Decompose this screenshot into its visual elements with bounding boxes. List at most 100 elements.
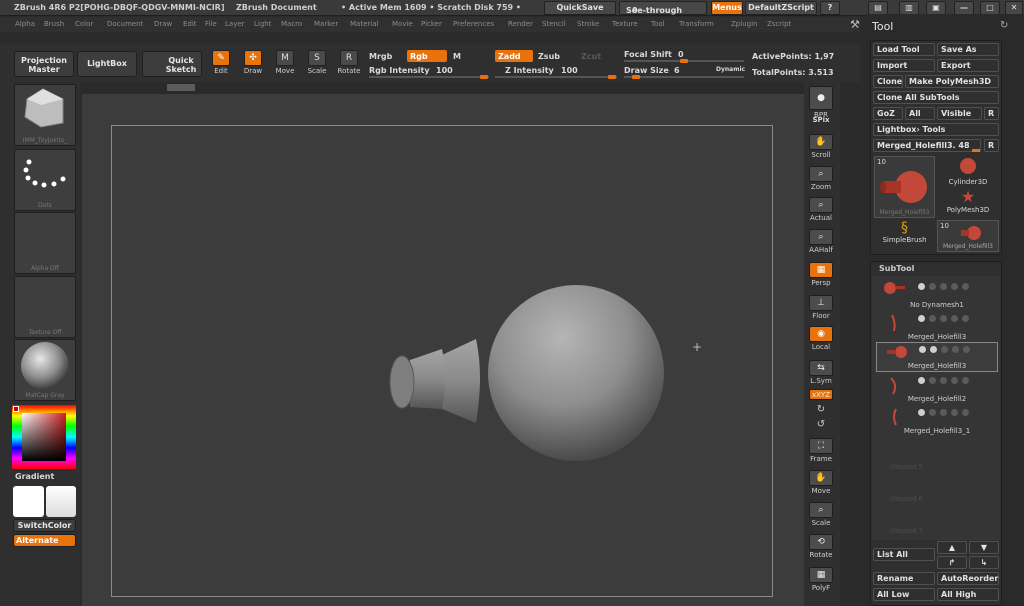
aahalf-button[interactable]: ⌕ AAHalf xyxy=(806,229,836,254)
bpr-button[interactable]: ● BPR xyxy=(806,86,836,119)
move-up-icon[interactable]: ▲ xyxy=(937,541,967,554)
goz-all-button[interactable]: All xyxy=(905,107,935,120)
color-saturation-field[interactable] xyxy=(22,413,66,461)
menus-button[interactable]: Menus xyxy=(711,1,743,15)
lightbox-button[interactable]: LightBox xyxy=(77,51,137,77)
menu-stencil[interactable]: Stencil xyxy=(542,20,566,28)
menu-tool[interactable]: Tool xyxy=(651,20,665,28)
menu-picker[interactable]: Picker xyxy=(421,20,442,28)
scale-view-button[interactable]: ⌕ Scale xyxy=(806,502,836,527)
arrow-down-right-icon[interactable]: ↳ xyxy=(969,556,999,569)
frame-button[interactable]: ⛶ Frame xyxy=(806,438,836,463)
xyz-button[interactable]: xXYZ xyxy=(806,389,836,401)
autoreorder-button[interactable]: AutoReorder xyxy=(937,572,999,585)
menu-brush[interactable]: Brush xyxy=(44,20,64,28)
polyf-button[interactable]: ▦ PolyF xyxy=(806,567,836,592)
m-button[interactable]: M xyxy=(453,52,461,61)
save-as-button[interactable]: Save As xyxy=(937,43,999,56)
move-down-icon[interactable]: ▼ xyxy=(969,541,999,554)
menu-macro[interactable]: Macro xyxy=(281,20,302,28)
texture-selector[interactable]: Texture Off xyxy=(14,276,76,338)
subtool-item[interactable]: Merged_Holefill2 xyxy=(876,374,998,404)
subtool-title[interactable]: SubTool xyxy=(879,264,914,273)
scroll-button[interactable]: ✋ Scroll xyxy=(806,134,836,159)
menu-material[interactable]: Material xyxy=(350,20,378,28)
menu-draw[interactable]: Draw xyxy=(154,20,172,28)
quick-sketch-button[interactable]: Quick Sketch xyxy=(142,51,202,77)
menu-zplugin[interactable]: Zplugin xyxy=(731,20,757,28)
subtool-item-selected[interactable]: Merged_Holefill3 xyxy=(876,342,998,372)
help-icon[interactable]: ? xyxy=(820,1,840,15)
actual-button[interactable]: ⌕ Actual xyxy=(806,197,836,222)
menu-zscript[interactable]: Zscript xyxy=(767,20,791,28)
layout-2-icon[interactable]: ▥ xyxy=(899,1,919,15)
subtool-toggles[interactable] xyxy=(918,409,973,418)
layout-icon[interactable]: ▤ xyxy=(868,1,888,15)
brush-selector[interactable]: IMM_ToyJoints_ xyxy=(14,84,76,146)
alternate-button[interactable]: Alternate xyxy=(13,534,76,547)
draw-mode-button[interactable]: ✣ Draw xyxy=(238,48,268,78)
tool-thumb-polymesh3d[interactable]: ★ PolyMesh3D xyxy=(937,188,999,218)
projection-master-button[interactable]: Projection Master xyxy=(14,51,74,77)
scale-mode-button[interactable]: S Scale xyxy=(302,48,332,78)
import-button[interactable]: Import xyxy=(873,59,935,72)
draw-size-handle[interactable] xyxy=(632,75,640,79)
tool-thumb-merged-holefill3[interactable]: 10 Merged_Holefill3 xyxy=(874,156,935,218)
list-all-button[interactable]: List All xyxy=(873,548,935,561)
load-tool-button[interactable]: Load Tool xyxy=(873,43,935,56)
switch-color-button[interactable]: SwitchColor xyxy=(13,519,76,532)
stroke-selector[interactable]: Dots xyxy=(14,149,76,211)
export-button[interactable]: Export xyxy=(937,59,999,72)
menu-layer[interactable]: Layer xyxy=(225,20,245,28)
mrgb-button[interactable]: Mrgb xyxy=(369,52,392,61)
menu-light[interactable]: Light xyxy=(254,20,271,28)
move-view-button[interactable]: ✋ Move xyxy=(806,470,836,495)
tool-thumb-cylinder3d[interactable]: Cylinder3D xyxy=(937,156,999,186)
rotate-view-button[interactable]: ⟲ Rotate xyxy=(806,534,836,559)
alpha-selector[interactable]: Alpha Off xyxy=(14,212,76,274)
zcut-button[interactable]: Zcut xyxy=(581,52,601,61)
rename-button[interactable]: Rename xyxy=(873,572,935,585)
subtool-toggles[interactable] xyxy=(919,346,974,355)
menu-marker[interactable]: Marker xyxy=(314,20,338,28)
close-icon[interactable]: ✕ xyxy=(1005,1,1023,15)
secondary-color-swatch[interactable] xyxy=(46,486,76,517)
persp-button[interactable]: ▦ Persp xyxy=(806,262,836,287)
focal-shift-handle[interactable] xyxy=(680,59,688,63)
maximize-icon[interactable]: □ xyxy=(980,1,1000,15)
focal-shift-slider[interactable] xyxy=(624,59,744,63)
menu-document[interactable]: Document xyxy=(107,20,143,28)
menu-preferences[interactable]: Preferences xyxy=(453,20,494,28)
tool-thumb-merged-holefill3-b[interactable]: 10 Merged_Holefill3 xyxy=(937,220,999,252)
dynamic-toggle[interactable]: Dynamic xyxy=(716,66,745,73)
menu-color[interactable]: Color xyxy=(75,20,93,28)
subtool-toggles[interactable] xyxy=(918,283,973,292)
goz-r-button[interactable]: R xyxy=(984,107,999,120)
tool-r-button[interactable]: R xyxy=(984,139,999,152)
rotate-mode-button[interactable]: R Rotate xyxy=(334,48,364,78)
refresh-icon[interactable]: ↻ xyxy=(1000,20,1008,31)
draw-size-slider[interactable] xyxy=(624,75,744,79)
menu-edit[interactable]: Edit xyxy=(183,20,197,28)
local-button[interactable]: ◉ Local xyxy=(806,326,836,351)
color-picker[interactable] xyxy=(12,405,76,469)
visible-button[interactable]: Visible xyxy=(937,107,982,120)
edit-mode-button[interactable]: ✎ Edit xyxy=(206,48,236,78)
all-high-button[interactable]: All High xyxy=(937,588,999,601)
menu-texture[interactable]: Texture xyxy=(612,20,638,28)
rgb-intensity-handle[interactable] xyxy=(480,75,488,79)
menu-alpha[interactable]: Alpha xyxy=(15,20,35,28)
menu-file[interactable]: File xyxy=(205,20,217,28)
move-mode-button[interactable]: M Move xyxy=(270,48,300,78)
goz-button[interactable]: GoZ xyxy=(873,107,903,120)
rotate-y-icon[interactable]: ↻ xyxy=(806,404,836,415)
minimize-icon[interactable]: — xyxy=(954,1,974,15)
lightbox-tools-button[interactable]: Lightbox› Tools xyxy=(873,123,999,136)
zoom-button[interactable]: ⌕ Zoom xyxy=(806,166,836,191)
zadd-button[interactable]: Zadd xyxy=(495,50,533,62)
mesh-model[interactable] xyxy=(380,285,680,485)
rgb-intensity-slider[interactable] xyxy=(369,75,489,79)
spix-button[interactable]: SPix xyxy=(806,116,836,124)
see-through-slider[interactable]: See-through 0 xyxy=(619,1,707,15)
z-intensity-handle[interactable] xyxy=(608,75,616,79)
